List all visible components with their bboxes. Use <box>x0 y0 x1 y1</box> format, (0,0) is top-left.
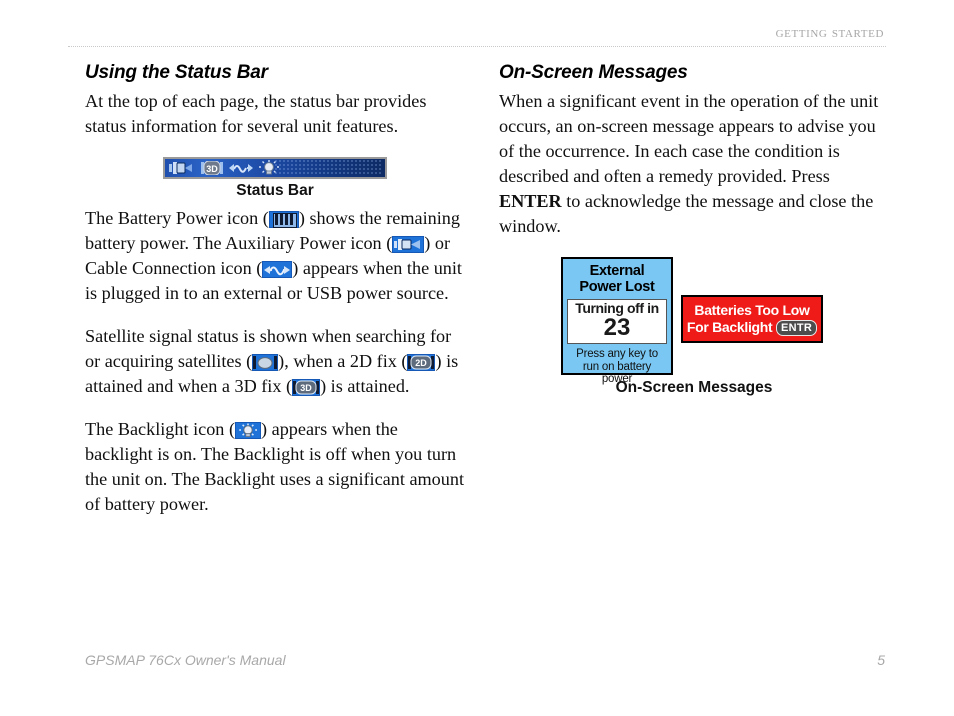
backlight-paragraph-text-1: The Backlight icon ( <box>85 419 236 439</box>
right-column: On-Screen Messages When a significant ev… <box>499 62 889 397</box>
satellite-status-paragraph: Satellite signal status is shown when se… <box>85 324 465 399</box>
satellite-paragraph-text-4: ) is attained. <box>320 376 410 396</box>
entr-key-badge[interactable]: ENTR <box>776 320 818 336</box>
enter-key-emphasis: ENTER <box>499 191 562 211</box>
running-head-text: Getting Started <box>775 25 884 41</box>
on-screen-messages-figure: External Power Lost Turning off in 23 Pr… <box>499 257 889 397</box>
page-footer: GPSMAP 76Cx Owner's Manual 5 <box>85 652 885 668</box>
instruction-line2: run on battery <box>582 360 652 373</box>
external-power-title-line2: Power Lost <box>579 279 655 295</box>
status-bar-figure: 3D Status Bar <box>85 157 465 200</box>
batteries-low-line2: For Backlight <box>686 319 773 335</box>
svg-text:2D: 2D <box>416 358 428 368</box>
status-bar-intro-paragraph: At the top of each page, the status bar … <box>85 91 427 136</box>
battery-power-paragraph: The Battery Power icon () shows the rema… <box>85 206 465 306</box>
cable-connection-icon <box>229 161 253 175</box>
2d-fix-icon: 2D <box>407 354 436 371</box>
svg-text:3D: 3D <box>206 164 218 174</box>
left-column: Using the Status Bar At the top of each … <box>85 62 465 535</box>
messages-paragraph-text-1: When a significant event in the operatio… <box>499 91 879 186</box>
battery-paragraph-text-1: The Battery Power icon ( <box>85 208 269 228</box>
3d-fix-icon: 3D <box>201 161 223 175</box>
satellite-paragraph-text-2: ), when a 2D fix ( <box>278 351 408 371</box>
svg-text:3D: 3D <box>300 383 312 393</box>
header-divider-rule <box>68 46 886 48</box>
instruction-line1: Press any key to <box>576 348 658 360</box>
backlight-icon-inline <box>235 422 262 439</box>
batteries-low-line1: Batteries Too Low <box>694 302 810 318</box>
batteries-too-low-dialog: Batteries Too Low For Backlight ENTR <box>681 295 823 343</box>
backlight-paragraph: The Backlight icon () appears when the b… <box>85 417 465 517</box>
footer-manual-title: GPSMAP 76Cx Owner's Manual <box>85 652 286 668</box>
running-header: Getting Started <box>0 24 954 46</box>
batteries-low-line2-row: For Backlight ENTR <box>683 319 821 336</box>
external-power-title: External Power Lost <box>563 259 671 295</box>
right-section-title: On-Screen Messages <box>499 62 688 83</box>
status-bar-caption: Status Bar <box>236 182 314 199</box>
on-screen-messages-caption: On-Screen Messages <box>615 379 773 396</box>
external-power-title-line1: External <box>589 263 645 279</box>
status-bar-icon-group: 3D <box>169 160 279 176</box>
status-bar-graphic: 3D <box>163 157 387 179</box>
battery-power-icon <box>268 211 299 228</box>
on-screen-messages-paragraph: When a significant event in the operatio… <box>499 89 889 239</box>
cable-connection-icon-inline <box>262 261 293 278</box>
countdown-panel: Turning off in 23 <box>567 299 667 344</box>
left-section-title: Using the Status Bar <box>85 62 268 83</box>
auxiliary-power-icon-inline <box>392 236 425 253</box>
acquiring-satellites-icon <box>252 354 279 371</box>
external-power-lost-dialog: External Power Lost Turning off in 23 Pr… <box>561 257 673 385</box>
auxiliary-power-icon <box>169 161 195 175</box>
status-bar-dither-gradient <box>275 160 383 176</box>
footer-page-number: 5 <box>877 652 885 668</box>
3d-fix-icon-inline: 3D <box>292 379 321 396</box>
countdown-value: 23 <box>603 314 631 341</box>
